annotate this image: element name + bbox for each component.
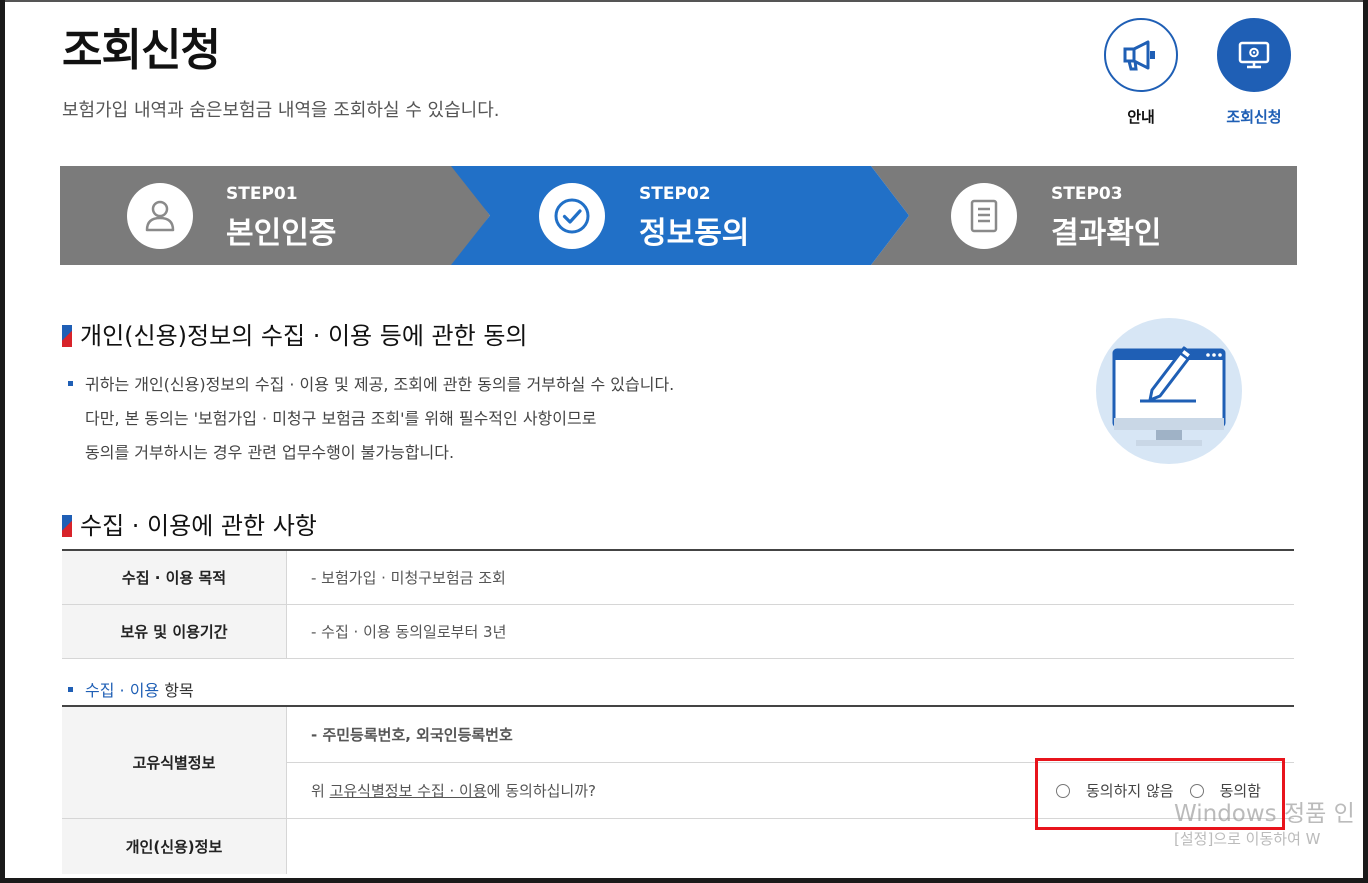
notice-line-1: 귀하는 개인(신용)정보의 수집 · 이용 및 제공, 조회에 관한 동의를 거… <box>85 375 675 394</box>
collection-items-heading: 수집 · 이용 항목 <box>68 677 194 701</box>
bullet-icon <box>68 381 73 386</box>
window-top-edge <box>0 0 1368 2</box>
section-mark-icon <box>62 515 72 537</box>
retention-value: - 수집 · 이용 동의일로부터 3년 <box>286 604 1294 659</box>
table-row: 보유 및 이용기간 - 수집 · 이용 동의일로부터 3년 <box>62 604 1294 659</box>
step2-number: STEP02 <box>639 184 711 204</box>
windows-activation-watermark-sub: [설정]으로 이동하여 W <box>1174 830 1321 848</box>
retention-label: 보유 및 이용기간 <box>62 604 287 659</box>
consent-notice: 귀하는 개인(신용)정보의 수집 · 이용 및 제공, 조회에 관한 동의를 거… <box>68 368 674 470</box>
step3-number: STEP03 <box>1051 184 1123 204</box>
windows-activation-watermark: Windows 정품 인 <box>1174 801 1355 827</box>
notice-line-3: 동의를 거부하시는 경우 관련 업무수행이 불가능합니다. <box>85 443 455 462</box>
step2-name: 정보동의 <box>639 216 750 251</box>
notice-line-2: 다만, 본 동의는 '보험가입 · 미청구 보험금 조회'를 위해 필수적인 사… <box>85 409 597 428</box>
unique-id-label: 고유식별정보 <box>62 706 287 819</box>
monitor-pen-illustration-icon <box>1096 318 1242 464</box>
person-icon <box>127 183 193 249</box>
purpose-label: 수집 · 이용 목적 <box>62 550 287 605</box>
check-circle-icon <box>539 183 605 249</box>
monitor-gear-icon <box>1217 18 1291 92</box>
collection-info-table: 수집 · 이용 목적 - 보험가입 · 미청구보험금 조회 보유 및 이용기간 … <box>62 549 1294 659</box>
unique-id-link[interactable]: 고유식별정보 수집 · 이용 <box>330 782 487 800</box>
inquiry-request-button[interactable]: 조회신청 <box>1217 18 1291 127</box>
step-progress-bar: STEP01 본인인증 STEP02 정보동의 STEP03 결과확인 <box>60 166 1297 265</box>
guide-button-label: 안내 <box>1127 108 1155 126</box>
section-mark-icon <box>62 325 72 347</box>
collection-section-title: 수집 · 이용에 관한 사항 <box>62 506 317 541</box>
personal-credit-label: 개인(신용)정보 <box>62 818 287 874</box>
inquiry-request-label: 조회신청 <box>1226 108 1282 126</box>
table-row: 수집 · 이용 목적 - 보험가입 · 미청구보험금 조회 <box>62 550 1294 605</box>
step1-name: 본인인증 <box>226 216 337 251</box>
guide-button[interactable]: 안내 <box>1104 18 1178 127</box>
document-icon <box>951 183 1017 249</box>
step1-number: STEP01 <box>226 184 298 204</box>
step3-name: 결과확인 <box>1051 216 1162 251</box>
megaphone-icon <box>1104 18 1178 92</box>
unique-id-value: - 주민등록번호, 외국인등록번호 <box>286 706 1294 763</box>
table-row: 고유식별정보 - 주민등록번호, 외국인등록번호 <box>62 706 1294 819</box>
bullet-icon <box>68 687 73 692</box>
purpose-value: - 보험가입 · 미청구보험금 조회 <box>286 550 1294 605</box>
page-title: 조회신청 <box>62 25 221 76</box>
page-subtitle: 보험가입 내역과 숨은보험금 내역을 조회하실 수 있습니다. <box>62 100 500 121</box>
consent-section-title: 개인(신용)정보의 수집 · 이용 등에 관한 동의 <box>62 316 528 351</box>
